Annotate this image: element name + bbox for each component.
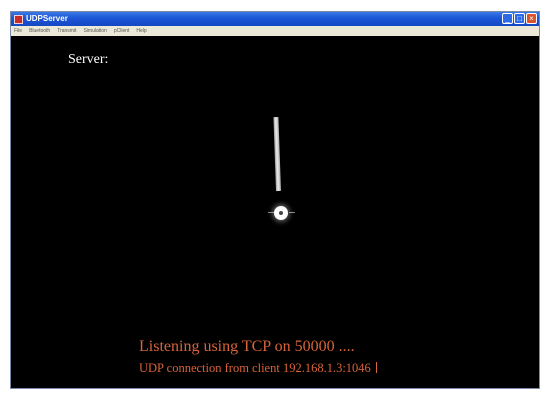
- window-title: UDPServer: [26, 14, 68, 23]
- menu-item-bluetooth[interactable]: Bluetooth: [29, 26, 50, 36]
- menu-item-simulation[interactable]: Simulation: [83, 26, 106, 36]
- menu-bar: File Bluetooth Transmit Simulation pClie…: [11, 26, 539, 36]
- app-icon: [14, 14, 23, 24]
- pivot-tick-right: [289, 212, 295, 213]
- dial-needle-icon: [273, 116, 281, 192]
- menu-item-file[interactable]: File: [14, 26, 22, 36]
- status-listening-text: Listening using TCP on 50000 ....: [139, 338, 355, 355]
- menu-item-pclient[interactable]: pClient: [114, 26, 130, 36]
- maximize-button[interactable]: □: [514, 13, 525, 24]
- status-connection-text: UDP connection from client 192.168.1.3:1…: [139, 361, 371, 375]
- minimize-button[interactable]: _: [502, 13, 513, 24]
- window-controls: _ □ ×: [502, 13, 537, 24]
- close-button[interactable]: ×: [526, 13, 537, 24]
- title-bar[interactable]: UDPServer _ □ ×: [11, 12, 539, 26]
- dial-pivot-icon: [274, 206, 288, 220]
- text-cursor: [375, 362, 377, 373]
- server-label: Server:: [68, 52, 109, 67]
- menu-item-transmit[interactable]: Transmit: [57, 26, 76, 36]
- app-window: UDPServer _ □ × File Bluetooth Transmit …: [10, 11, 540, 389]
- menu-item-help[interactable]: Help: [136, 26, 146, 36]
- status-connection-line: UDP connection from client 192.168.1.3:1…: [139, 361, 377, 376]
- pivot-center-dot: [279, 211, 283, 215]
- render-canvas: Server: Listening using TCP on 50000 ...…: [11, 36, 539, 388]
